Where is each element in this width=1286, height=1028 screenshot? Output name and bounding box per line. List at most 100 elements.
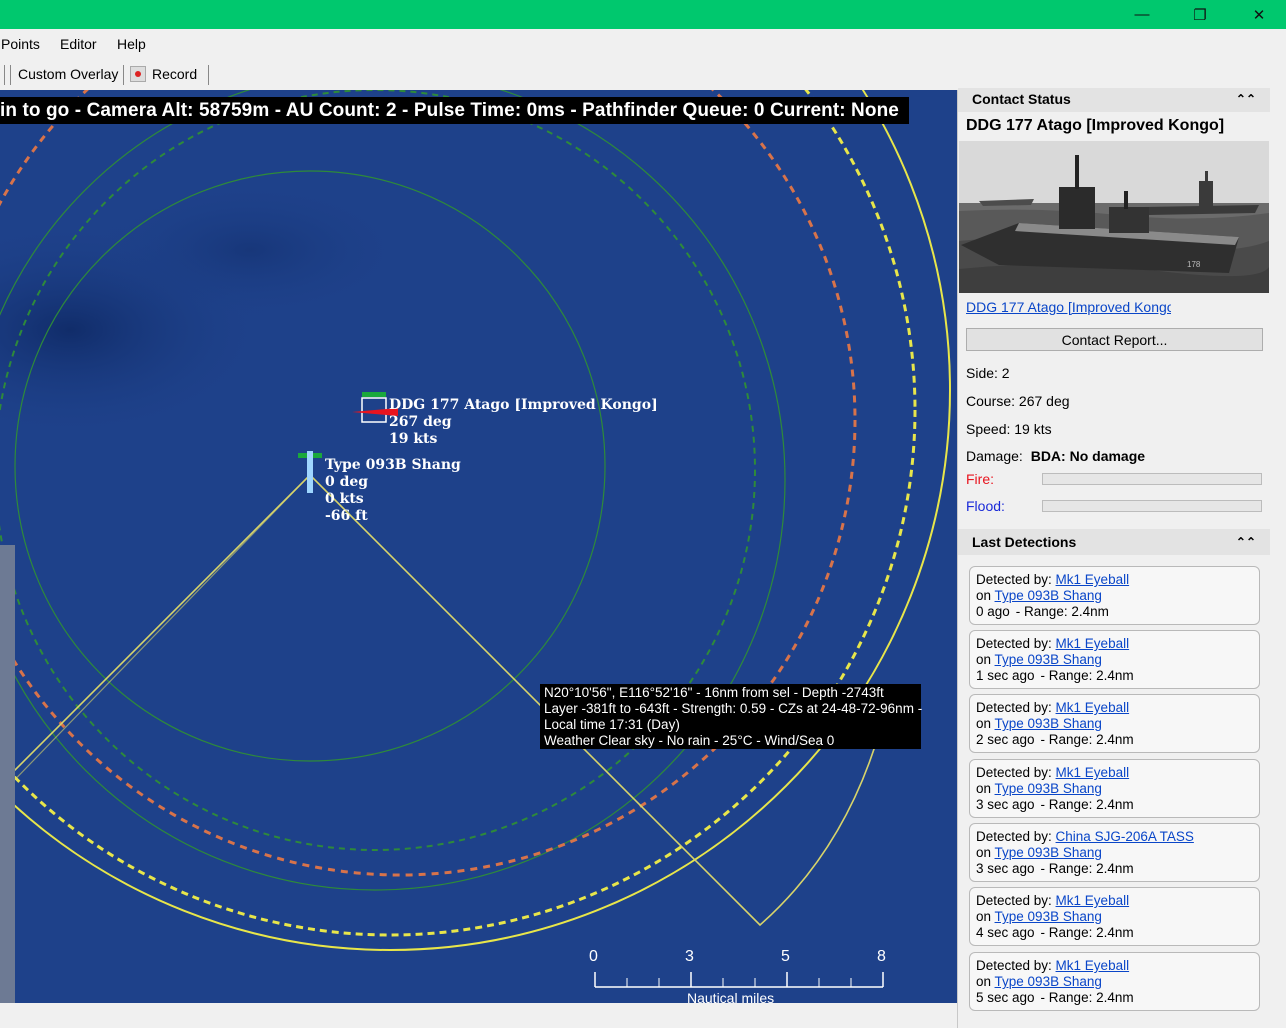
close-button[interactable]: ✕ xyxy=(1236,0,1282,29)
detector-link[interactable]: Mk1 Eyeball xyxy=(1056,958,1130,973)
toolbar-separator xyxy=(208,65,209,85)
detection-by-line: Detected by: Mk1 Eyeball xyxy=(976,893,1253,909)
detection-time-line: 0 ago - Range: 2.4nm xyxy=(976,604,1253,620)
detected-by-label: Detected by: xyxy=(976,636,1056,651)
sub-name: Type 093B Shang xyxy=(325,457,461,473)
detector-link[interactable]: Mk1 Eyeball xyxy=(1056,636,1130,651)
platform-link[interactable]: Type 093B Shang xyxy=(995,716,1102,731)
contact-status-panel: Contact Status ⌃⌃ DDG 177 Atago [Improve… xyxy=(957,88,1270,1028)
damage-value: BDA: No damage xyxy=(1030,448,1146,464)
detector-link[interactable]: Mk1 Eyeball xyxy=(1056,893,1130,908)
map-tooltip: N20°10'56", E116°52'16" - 16nm from sel … xyxy=(540,684,922,749)
sub-speed: 0 kts xyxy=(325,491,364,507)
tactical-map[interactable]: DDG 177 Atago [Improved Kongo] 267 deg 1… xyxy=(0,90,957,1003)
detection-item: Detected by: Mk1 Eyeball on Type 093B Sha… xyxy=(969,630,1260,689)
sub-depth: -66 ft xyxy=(325,508,368,524)
on-label: on xyxy=(976,588,995,603)
detection-on-line: on Type 093B Shang xyxy=(976,845,1253,861)
platform-link[interactable]: Type 093B Shang xyxy=(995,652,1102,667)
detection-by-line: Detected by: Mk1 Eyeball xyxy=(976,572,1253,588)
ship-health-bar xyxy=(362,392,386,397)
detector-link[interactable]: Mk1 Eyeball xyxy=(1056,572,1130,587)
detection-time-line: 2 sec ago - Range: 2.4nm xyxy=(976,732,1253,748)
detection-item: Detected by: China SJG-206A TASS on Type … xyxy=(969,823,1260,882)
detection-item: Detected by: Mk1 Eyeball on Type 093B Sha… xyxy=(969,566,1260,625)
on-label: on xyxy=(976,652,995,667)
detection-item: Detected by: Mk1 Eyeball on Type 093B Sha… xyxy=(969,759,1260,818)
sub-course: 0 deg xyxy=(325,474,369,490)
toolbar-separator xyxy=(4,65,5,85)
platform-link[interactable]: Type 093B Shang xyxy=(995,909,1102,924)
custom-overlay-button[interactable]: Custom Overlay xyxy=(18,66,118,82)
damage-label: Damage: xyxy=(966,448,1023,464)
detection-age: 1 sec ago xyxy=(976,668,1035,683)
detection-range: - Range: 2.4nm xyxy=(1040,797,1134,812)
detection-range: - Range: 2.4nm xyxy=(1040,861,1134,876)
menu-help[interactable]: Help xyxy=(117,36,146,52)
toolbar-separator xyxy=(10,65,11,85)
platform-link[interactable]: Type 093B Shang xyxy=(995,588,1102,603)
on-label: on xyxy=(976,909,995,924)
detection-age: 5 sec ago xyxy=(976,990,1035,1005)
fire-bar xyxy=(1042,473,1262,485)
platform-link[interactable]: Type 093B Shang xyxy=(995,781,1102,796)
on-label: on xyxy=(976,781,995,796)
detection-by-line: Detected by: Mk1 Eyeball xyxy=(976,958,1253,974)
detection-range: - Range: 2.4nm xyxy=(1040,732,1134,747)
detection-on-line: on Type 093B Shang xyxy=(976,652,1253,668)
map-status-line: in to go - Camera Alt: 58759m - AU Count… xyxy=(0,97,909,124)
detected-by-label: Detected by: xyxy=(976,958,1056,973)
contact-speed: Speed: 19 kts xyxy=(966,421,1052,437)
detection-range: - Range: 2.4nm xyxy=(1040,668,1134,683)
detection-age: 2 sec ago xyxy=(976,732,1035,747)
ship-name: DDG 177 Atago [Improved Kongo] xyxy=(389,397,658,413)
detector-link[interactable]: Mk1 Eyeball xyxy=(1056,700,1130,715)
contact-link[interactable]: DDG 177 Atago [Improved Kongo] xyxy=(966,299,1171,315)
detection-item: Detected by: Mk1 Eyeball on Type 093B Sha… xyxy=(969,694,1260,753)
menu-editor[interactable]: Editor xyxy=(60,36,97,52)
scale-unit: Nautical miles xyxy=(687,990,775,1003)
last-detections-header[interactable]: Last Detections ⌃⌃ xyxy=(958,529,1270,555)
detection-age: 3 sec ago xyxy=(976,861,1035,876)
map-overlay xyxy=(0,90,951,951)
contact-photo: 178 xyxy=(959,141,1269,293)
detected-by-label: Detected by: xyxy=(976,700,1056,715)
tooltip-line: N20°10'56", E116°52'16" - 16nm from sel … xyxy=(544,685,884,700)
title-bar: — ❐ ✕ xyxy=(0,0,1286,29)
collapse-icon[interactable]: ⌃⌃ xyxy=(1236,88,1256,110)
deep-water-shade xyxy=(90,180,410,320)
restore-button[interactable]: ❐ xyxy=(1177,0,1223,29)
detected-by-label: Detected by: xyxy=(976,829,1056,844)
minimize-button[interactable]: — xyxy=(1119,0,1165,29)
detection-on-line: on Type 093B Shang xyxy=(976,974,1253,990)
detection-by-line: Detected by: Mk1 Eyeball xyxy=(976,700,1253,716)
record-icon xyxy=(130,66,146,82)
contact-side: Side: 2 xyxy=(966,365,1010,381)
last-detections-title: Last Detections xyxy=(972,534,1077,550)
scrollbar[interactable] xyxy=(1270,90,1286,1028)
platform-link[interactable]: Type 093B Shang xyxy=(995,974,1102,989)
menu-bar: Points Editor Help xyxy=(0,29,1286,59)
detection-age: 3 sec ago xyxy=(976,797,1035,812)
contact-report-button[interactable]: Contact Report... xyxy=(966,328,1263,351)
sensor-arc-line xyxy=(0,474,311,796)
left-side-panel[interactable] xyxy=(0,545,15,1003)
on-label: on xyxy=(976,974,995,989)
detector-link[interactable]: Mk1 Eyeball xyxy=(1056,765,1130,780)
fire-label: Fire: xyxy=(966,471,994,487)
detected-by-label: Detected by: xyxy=(976,765,1056,780)
scale-ruler xyxy=(594,972,884,988)
detection-by-line: Detected by: Mk1 Eyeball xyxy=(976,765,1253,781)
contact-status-header[interactable]: Contact Status ⌃⌃ xyxy=(958,88,1270,112)
menu-points[interactable]: Points xyxy=(1,36,40,52)
ship-course: 267 deg xyxy=(389,414,452,430)
record-button[interactable]: Record xyxy=(130,66,197,82)
platform-link[interactable]: Type 093B Shang xyxy=(995,845,1102,860)
detection-range: - Range: 2.4nm xyxy=(1040,925,1134,940)
sub-icon[interactable] xyxy=(307,451,313,493)
detected-by-label: Detected by: xyxy=(976,572,1056,587)
toolbar-separator xyxy=(123,65,124,85)
collapse-icon[interactable]: ⌃⌃ xyxy=(1236,529,1256,555)
detection-on-line: on Type 093B Shang xyxy=(976,588,1253,604)
detector-link[interactable]: China SJG-206A TASS xyxy=(1056,829,1194,844)
